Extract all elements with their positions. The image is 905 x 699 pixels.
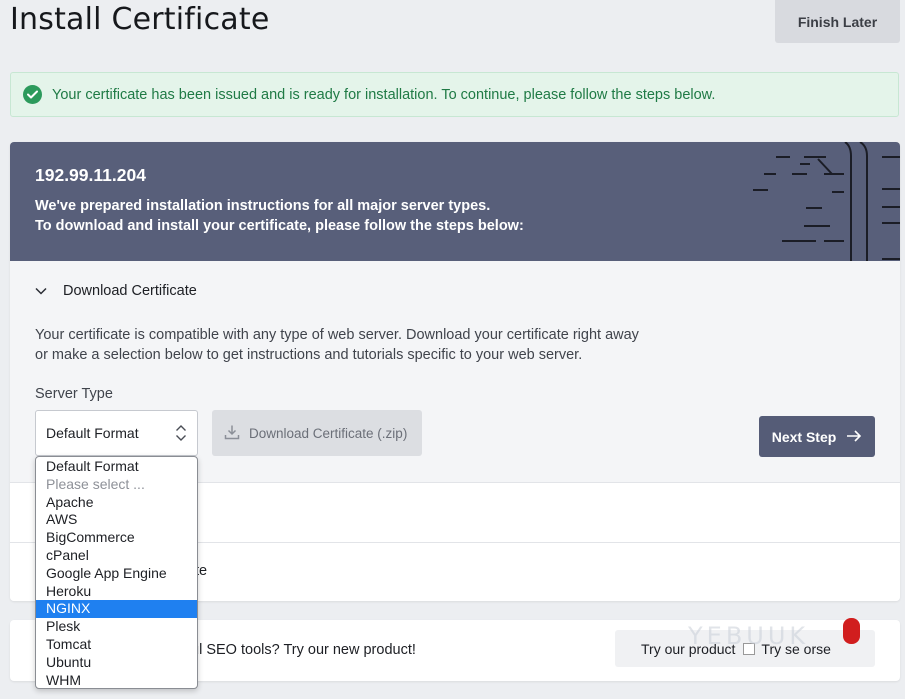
check-circle-icon bbox=[23, 85, 42, 104]
arrow-right-icon bbox=[846, 429, 862, 445]
red-seal-icon bbox=[843, 618, 860, 644]
dropdown-option-highlighted[interactable]: NGINX bbox=[36, 600, 197, 619]
code-lines-decoration-icon bbox=[753, 142, 900, 261]
dropdown-option[interactable]: Default Format bbox=[36, 458, 197, 476]
next-step-label: Next Step bbox=[771, 428, 837, 445]
hero-banner: 192.99.11.204 We've prepared installatio… bbox=[10, 142, 900, 261]
alert-text: Your certificate has been issued and is … bbox=[52, 86, 716, 103]
dropdown-option[interactable]: WHM bbox=[36, 672, 197, 688]
dropdown-option[interactable]: Tomcat bbox=[36, 636, 197, 654]
server-ip: 192.99.11.204 bbox=[35, 165, 146, 185]
chevron-up-down-icon bbox=[175, 424, 187, 445]
dropdown-option[interactable]: BigCommerce bbox=[36, 529, 197, 547]
dropdown-option[interactable]: Plesk bbox=[36, 618, 197, 636]
chevron-down-icon bbox=[35, 282, 47, 300]
dropdown-option[interactable]: cPanel bbox=[36, 547, 197, 565]
dropdown-option[interactable]: Please select ... bbox=[36, 476, 197, 494]
dropdown-option[interactable]: Google App Engine bbox=[36, 565, 197, 583]
dropdown-option[interactable]: AWS bbox=[36, 511, 197, 529]
promo-message: ful SEO tools? Try our new product! bbox=[187, 642, 416, 658]
watermark-text: YEBUUK bbox=[688, 622, 810, 650]
hero-line-1: We've prepared installation instructions… bbox=[35, 198, 491, 214]
server-type-label: Server Type bbox=[35, 386, 113, 402]
server-type-dropdown[interactable]: Default Format Please select ... Apache … bbox=[35, 456, 198, 689]
dropdown-option[interactable]: Apache bbox=[36, 494, 197, 512]
page-title: Install Certificate bbox=[10, 2, 270, 37]
success-alert: Your certificate has been issued and is … bbox=[10, 72, 899, 117]
dropdown-option[interactable]: Ubuntu bbox=[36, 654, 197, 672]
download-icon bbox=[224, 424, 240, 443]
download-certificate-button[interactable]: Download Certificate (.zip) bbox=[212, 410, 422, 456]
download-certificate-label: Download Certificate (.zip) bbox=[249, 425, 408, 441]
server-type-select-value: Default Format bbox=[46, 425, 139, 441]
download-section-header[interactable]: Download Certificate bbox=[35, 282, 197, 300]
download-section-title: Download Certificate bbox=[63, 283, 197, 299]
server-type-select[interactable]: Default Format bbox=[35, 410, 198, 456]
finish-later-button[interactable]: Finish Later bbox=[775, 0, 900, 43]
next-step-button[interactable]: Next Step bbox=[759, 416, 875, 457]
dropdown-option[interactable]: Heroku bbox=[36, 583, 197, 601]
hero-line-2: To download and install your certificate… bbox=[35, 218, 524, 234]
download-description: Your certificate is compatible with any … bbox=[35, 327, 639, 363]
